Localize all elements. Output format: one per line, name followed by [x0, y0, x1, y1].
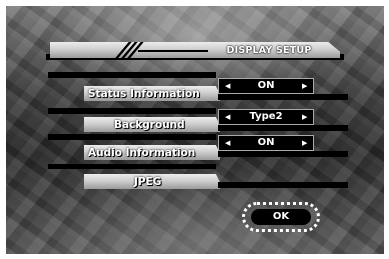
value-underline: [218, 151, 348, 157]
row-divider: [48, 72, 216, 78]
arrow-right-icon[interactable]: ▶: [302, 110, 307, 124]
value-underline: [218, 182, 348, 188]
arrow-right-icon[interactable]: ▶: [302, 79, 307, 93]
setting-label-status-information: Status Information: [88, 88, 200, 100]
ok-button[interactable]: OK: [251, 209, 311, 225]
row-divider: [48, 134, 216, 140]
setting-label-background: Background: [114, 119, 185, 131]
setting-value-background: Type2: [249, 111, 283, 122]
title-divider: [138, 50, 208, 52]
arrow-left-icon[interactable]: ◀: [225, 110, 230, 124]
arrow-left-icon[interactable]: ◀: [225, 79, 230, 93]
arrow-right-icon[interactable]: ▶: [302, 136, 307, 150]
setting-value-audio-information: ON: [257, 137, 275, 148]
setting-value-status-information: ON: [257, 80, 275, 91]
arrow-left-icon[interactable]: ◀: [225, 136, 230, 150]
row-divider: [48, 108, 216, 114]
row-divider: [48, 164, 216, 169]
value-underline: [218, 125, 348, 131]
display-setup-screen: DISPLAY SETUP Status Information ◀ ON ▶ …: [6, 6, 384, 254]
setting-label-jpeg: JPEG: [134, 176, 162, 188]
page-title: DISPLAY SETUP: [226, 45, 312, 56]
value-underline: [218, 94, 348, 100]
setting-label-audio-information: Audio Information: [88, 147, 196, 159]
